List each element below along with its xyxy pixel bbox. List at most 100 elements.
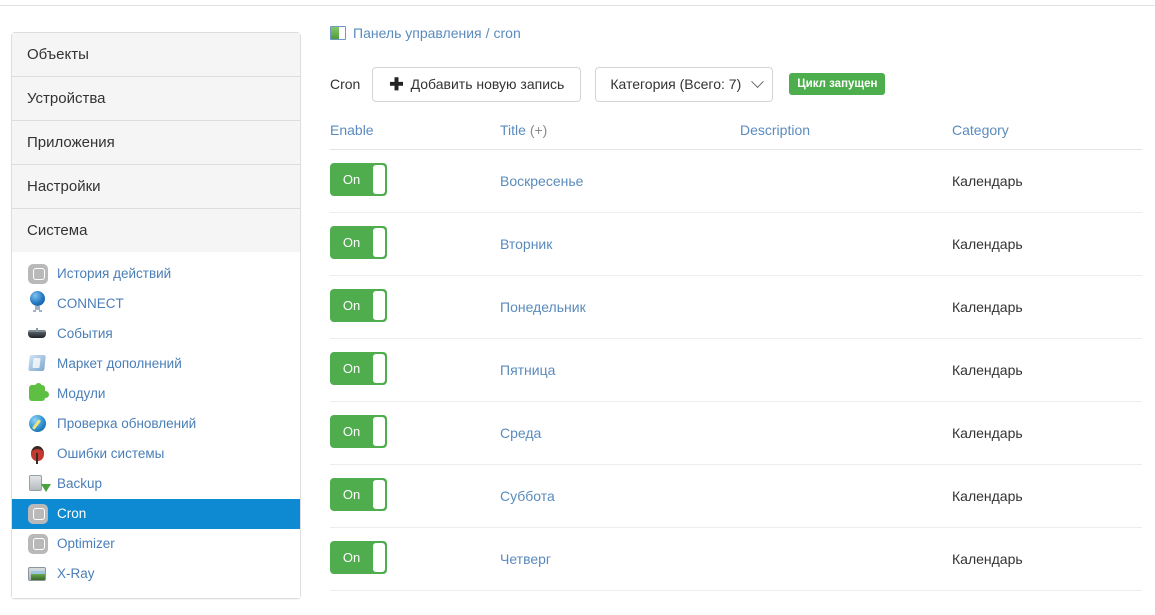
cell-description [740, 150, 952, 213]
table-row: On Пятница Календарь [330, 339, 1142, 402]
cron-title-link[interactable]: Пятница [500, 362, 555, 378]
cell-title: Вторник [500, 213, 740, 276]
puzzle-icon [28, 384, 48, 404]
panel-icon [330, 26, 346, 40]
device-icon [28, 324, 48, 344]
cell-description [740, 402, 952, 465]
cell-description [740, 465, 952, 528]
column-header-enable-label: Enable [330, 122, 374, 138]
cron-title-link[interactable]: Среда [500, 425, 541, 441]
chat-bubble-icon [28, 534, 48, 554]
cell-description [740, 528, 952, 591]
app-root: Объекты Устройства Приложения Настройки … [0, 0, 1155, 615]
cell-category: Календарь [952, 213, 1142, 276]
enable-toggle[interactable]: On [330, 478, 387, 511]
sidebar-group-label: Система [27, 222, 87, 239]
toggle-knob [373, 165, 385, 194]
enable-toggle-label: On [330, 289, 373, 322]
enable-toggle-label: On [330, 352, 373, 385]
cell-title: Четверг [500, 528, 740, 591]
cell-enable: On [330, 402, 500, 465]
enable-toggle[interactable]: On [330, 352, 387, 385]
cell-description [740, 213, 952, 276]
update-icon [28, 414, 48, 434]
table-row: On Среда Календарь [330, 402, 1142, 465]
sidebar-item-label: Backup [57, 477, 102, 491]
bug-icon [28, 444, 48, 464]
breadcrumb-root-link[interactable]: Панель управления [353, 25, 482, 41]
cell-category: Календарь [952, 339, 1142, 402]
column-header-title[interactable]: Title (+) [500, 122, 740, 150]
cron-title-link[interactable]: Понедельник [500, 299, 586, 315]
toggle-knob [373, 543, 385, 572]
sidebar-item-optimizer[interactable]: Optimizer [12, 529, 300, 559]
toggle-knob [373, 480, 385, 509]
globe-icon [28, 294, 48, 314]
sidebar-group-header-objects[interactable]: Объекты [12, 33, 300, 76]
main-content: Панель управления / cron Cron ✚ Добавить… [330, 22, 1142, 591]
breadcrumb-current[interactable]: cron [494, 25, 521, 41]
sidebar-item-backup[interactable]: Backup [12, 469, 300, 499]
sidebar-group-header-apps[interactable]: Приложения [12, 121, 300, 164]
cron-table-body: On Воскресенье Календарь On [330, 150, 1142, 591]
sidebar-item-events[interactable]: События [12, 319, 300, 349]
cell-enable: On [330, 339, 500, 402]
cell-enable: On [330, 465, 500, 528]
sidebar-group-header-system[interactable]: Система [12, 209, 300, 252]
cell-title: Понедельник [500, 276, 740, 339]
sidebar-item-label: События [57, 327, 113, 341]
cron-title-link[interactable]: Воскресенье [500, 173, 583, 189]
cell-description [740, 276, 952, 339]
toggle-knob [373, 417, 385, 446]
enable-toggle[interactable]: On [330, 289, 387, 322]
toggle-knob [373, 354, 385, 383]
toolbar-title: Cron [330, 76, 360, 92]
enable-toggle[interactable]: On [330, 415, 387, 448]
status-badge[interactable]: Цикл запущен [789, 73, 885, 95]
column-header-enable[interactable]: Enable [330, 122, 500, 150]
cron-title-link[interactable]: Четверг [500, 551, 551, 567]
cell-category: Календарь [952, 465, 1142, 528]
sidebar-item-history[interactable]: История действий [12, 259, 300, 289]
column-header-category[interactable]: Category [952, 122, 1142, 150]
xray-icon [28, 564, 48, 584]
cron-title-link[interactable]: Вторник [500, 236, 552, 252]
enable-toggle-label: On [330, 415, 373, 448]
sidebar-group-header-devices[interactable]: Устройства [12, 77, 300, 120]
enable-toggle[interactable]: On [330, 226, 387, 259]
breadcrumb-separator: / [486, 25, 490, 41]
chat-bubble-icon [28, 504, 48, 524]
sidebar-item-market[interactable]: Маркет дополнений [12, 349, 300, 379]
sort-indicator: (+) [530, 122, 548, 138]
table-row: On Вторник Календарь [330, 213, 1142, 276]
cell-category: Календарь [952, 528, 1142, 591]
cell-enable: On [330, 150, 500, 213]
column-header-description[interactable]: Description [740, 122, 952, 150]
cron-title-link[interactable]: Суббота [500, 488, 555, 504]
sidebar-item-connect[interactable]: CONNECT [12, 289, 300, 319]
add-record-button[interactable]: ✚ Добавить новую запись [372, 67, 581, 102]
sidebar-item-cron[interactable]: Cron [12, 499, 300, 529]
market-icon [28, 354, 48, 374]
toggle-knob [373, 291, 385, 320]
sidebar-item-modules[interactable]: Модули [12, 379, 300, 409]
cell-title: Суббота [500, 465, 740, 528]
enable-toggle-label: On [330, 478, 373, 511]
enable-toggle[interactable]: On [330, 541, 387, 574]
sidebar-item-xray[interactable]: X-Ray [12, 559, 300, 589]
sidebar-group-system: Система История действий CONNECT События [12, 209, 300, 598]
sidebar-group-objects: Объекты [12, 33, 300, 77]
sidebar-item-label: X-Ray [57, 567, 95, 581]
table-row: On Воскресенье Календарь [330, 150, 1142, 213]
sidebar-item-updates[interactable]: Проверка обновлений [12, 409, 300, 439]
cell-category: Календарь [952, 402, 1142, 465]
sidebar-group-header-settings[interactable]: Настройки [12, 165, 300, 208]
category-select[interactable]: Категория (Всего: 7) [595, 67, 773, 102]
sidebar-group-apps: Приложения [12, 121, 300, 165]
cell-category: Календарь [952, 150, 1142, 213]
sidebar-item-errors[interactable]: Ошибки системы [12, 439, 300, 469]
sidebar-item-label: История действий [57, 267, 171, 281]
plus-icon: ✚ [389, 76, 403, 93]
cell-enable: On [330, 528, 500, 591]
enable-toggle[interactable]: On [330, 163, 387, 196]
